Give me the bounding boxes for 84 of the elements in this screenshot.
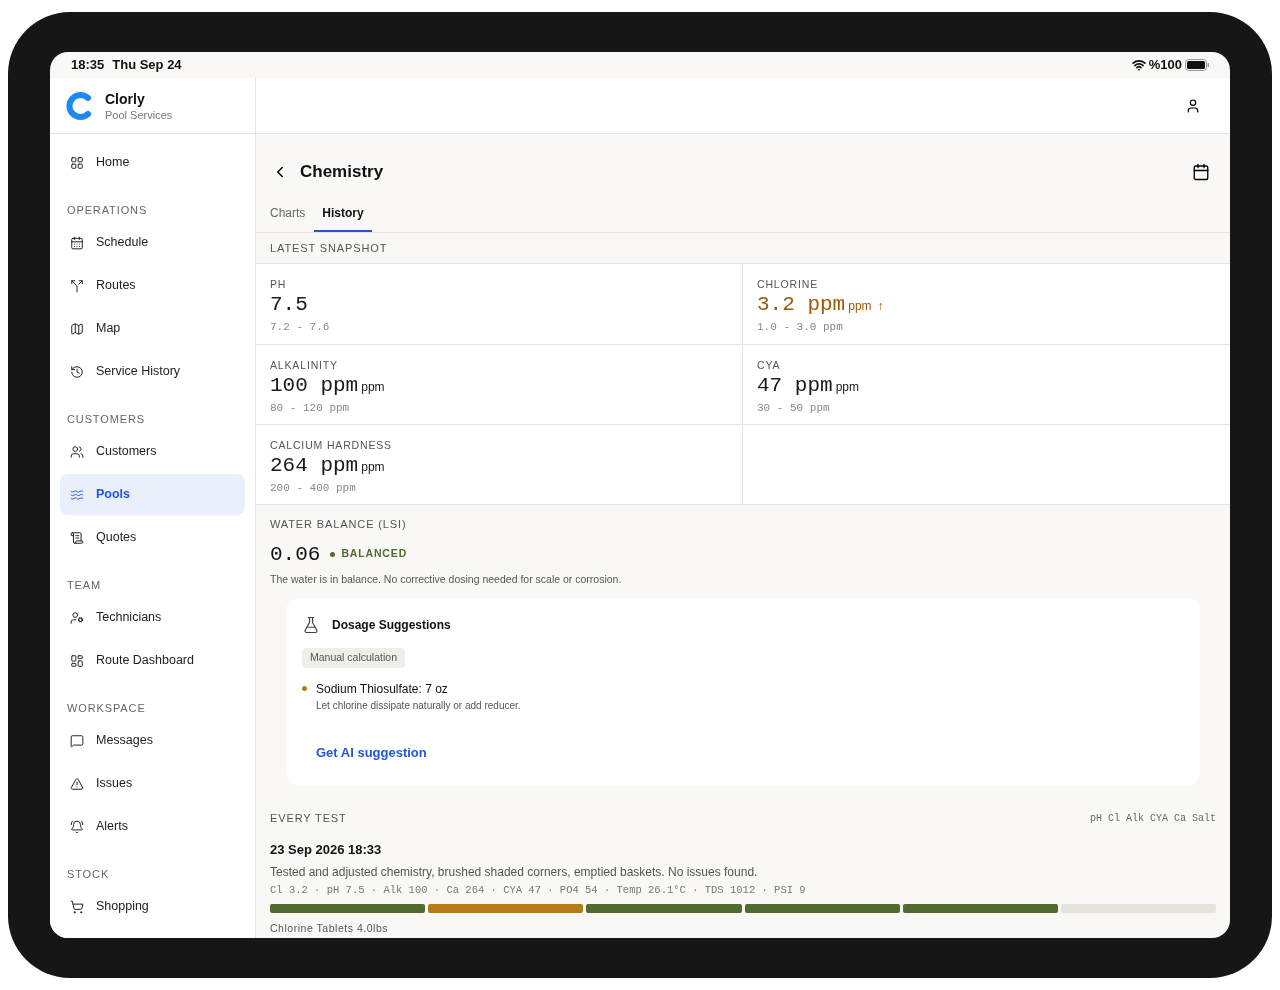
metric-range: 30 - 50 ppm [757, 401, 831, 416]
metric-unit: ppm [835, 379, 859, 396]
metric-label: CYA [757, 358, 782, 372]
balance-note: The water is in balance. No corrective dosing needed for scale or corrosion. [270, 572, 623, 587]
nav-icon [70, 278, 84, 293]
metric-label: PH [270, 277, 288, 291]
flask-icon [302, 615, 320, 634]
trend-arrow: ↑ [877, 298, 884, 315]
nav-icon [70, 530, 84, 545]
metric-range: 80 - 120 ppm [270, 401, 351, 416]
metric-unit: ppm [848, 298, 872, 315]
metric-value: 264 ppm [270, 453, 359, 479]
metric-range: 200 - 400 ppm [270, 481, 357, 496]
nav-item[interactable]: Service History [60, 351, 245, 392]
nav-icon [70, 819, 84, 834]
card-title: Dosage Suggestions [332, 616, 451, 634]
status-date: Thu Sep 24 [112, 56, 182, 75]
nav-item[interactable]: Pools [60, 474, 245, 515]
nav-item[interactable]: Customers [60, 431, 245, 472]
nav-icon [70, 235, 84, 250]
brand-name: Clorly [105, 89, 146, 108]
metric-range: 7.2 - 7.6 [270, 320, 331, 335]
segment-legend: pH Cl Alk CYA Ca Salt [1089, 810, 1216, 826]
ai-suggestion-link[interactable]: Get AI suggestion [316, 742, 427, 763]
nav-icon [70, 733, 84, 748]
dosage-item: Sodium Thiosulfate: 7 oz [316, 680, 449, 698]
metric-value: 3.2 ppm [757, 292, 846, 318]
test-date: 23 Sep 2026 18:33 [270, 841, 383, 860]
nav-icon [70, 321, 84, 336]
metric-value: 100 ppm [270, 373, 359, 399]
metric-value: 47 ppm [757, 373, 833, 399]
section-heading: LATEST SNAPSHOT [270, 240, 388, 256]
nav-icon [70, 610, 84, 625]
nav-icon [70, 487, 84, 502]
battery-level: %100 [1148, 56, 1182, 75]
section-heading: EVERY TEST [270, 810, 347, 826]
brand-subtitle: Pool Services [105, 107, 173, 122]
nav-icon [70, 444, 84, 459]
product-used: Chlorine Tablets 4.0lbs [270, 920, 390, 936]
metric-unit: ppm [361, 379, 385, 396]
wifi-icon [1131, 58, 1146, 72]
section-heading: CUSTOMERS [67, 411, 145, 427]
nav-item[interactable]: Messages [60, 720, 245, 761]
section-heading: TEAM [67, 577, 102, 593]
nav-item[interactable]: Shopping [60, 886, 245, 927]
nav-item[interactable]: Alerts [60, 806, 245, 847]
battery-icon [1185, 59, 1209, 71]
logo-icon [64, 90, 94, 121]
nav-item[interactable]: Route Dashboard [60, 640, 245, 681]
nav-icon [70, 776, 84, 791]
section-heading: WORKSPACE [67, 700, 146, 716]
test-readings: Cl 3.2 · pH 7.5 · Alk 100 · Ca 264 · CYA 47 · PO4 54 · Temp 26.1°C · TDS 1012 · PSI 9 [270, 882, 807, 898]
section-heading: OPERATIONS [67, 202, 148, 218]
nav-icon [70, 653, 84, 668]
tab[interactable]: Charts [270, 196, 314, 232]
metric-value: 7.5 [270, 292, 308, 318]
nav-item[interactable]: Home [60, 142, 245, 183]
calendar-icon [1192, 163, 1210, 181]
page-title: Chemistry [300, 161, 384, 184]
user-icon [1185, 97, 1201, 114]
metric-range: 1.0 - 3.0 ppm [757, 320, 844, 335]
section-heading: STOCK [67, 866, 110, 882]
nav-item[interactable]: Schedule [60, 222, 245, 263]
balance-status: BALANCED [341, 546, 408, 562]
nav-item[interactable]: Routes [60, 265, 245, 306]
nav-item[interactable]: Technicians [60, 597, 245, 638]
metric-label: CHLORINE [757, 277, 819, 291]
nav-icon [70, 899, 84, 914]
calendar-button[interactable] [1192, 163, 1210, 181]
nav-item[interactable]: Quotes [60, 517, 245, 558]
calculation-badge: Manual calculation [302, 647, 405, 668]
test-note: Tested and adjusted chemistry, brushed shaded corners, emptied baskets. No issues found. [270, 863, 759, 881]
section-heading: WATER BALANCE (LSI) [270, 517, 408, 532]
tab[interactable]: History [314, 196, 372, 232]
lsi-value: 0.06 [270, 541, 321, 568]
dosage-note: Let chlorine dissipate naturally or add reducer. [316, 698, 521, 713]
nav-item[interactable]: Issues [60, 763, 245, 804]
nav-item[interactable]: Map [60, 308, 245, 349]
nav-icon [70, 364, 84, 379]
metric-label: CALCIUM HARDNESS [270, 438, 393, 452]
metric-label: ALKALINITY [270, 358, 339, 372]
nav-icon [70, 155, 84, 170]
status-time: 18:35 [71, 56, 105, 75]
metric-unit: ppm [361, 459, 385, 476]
